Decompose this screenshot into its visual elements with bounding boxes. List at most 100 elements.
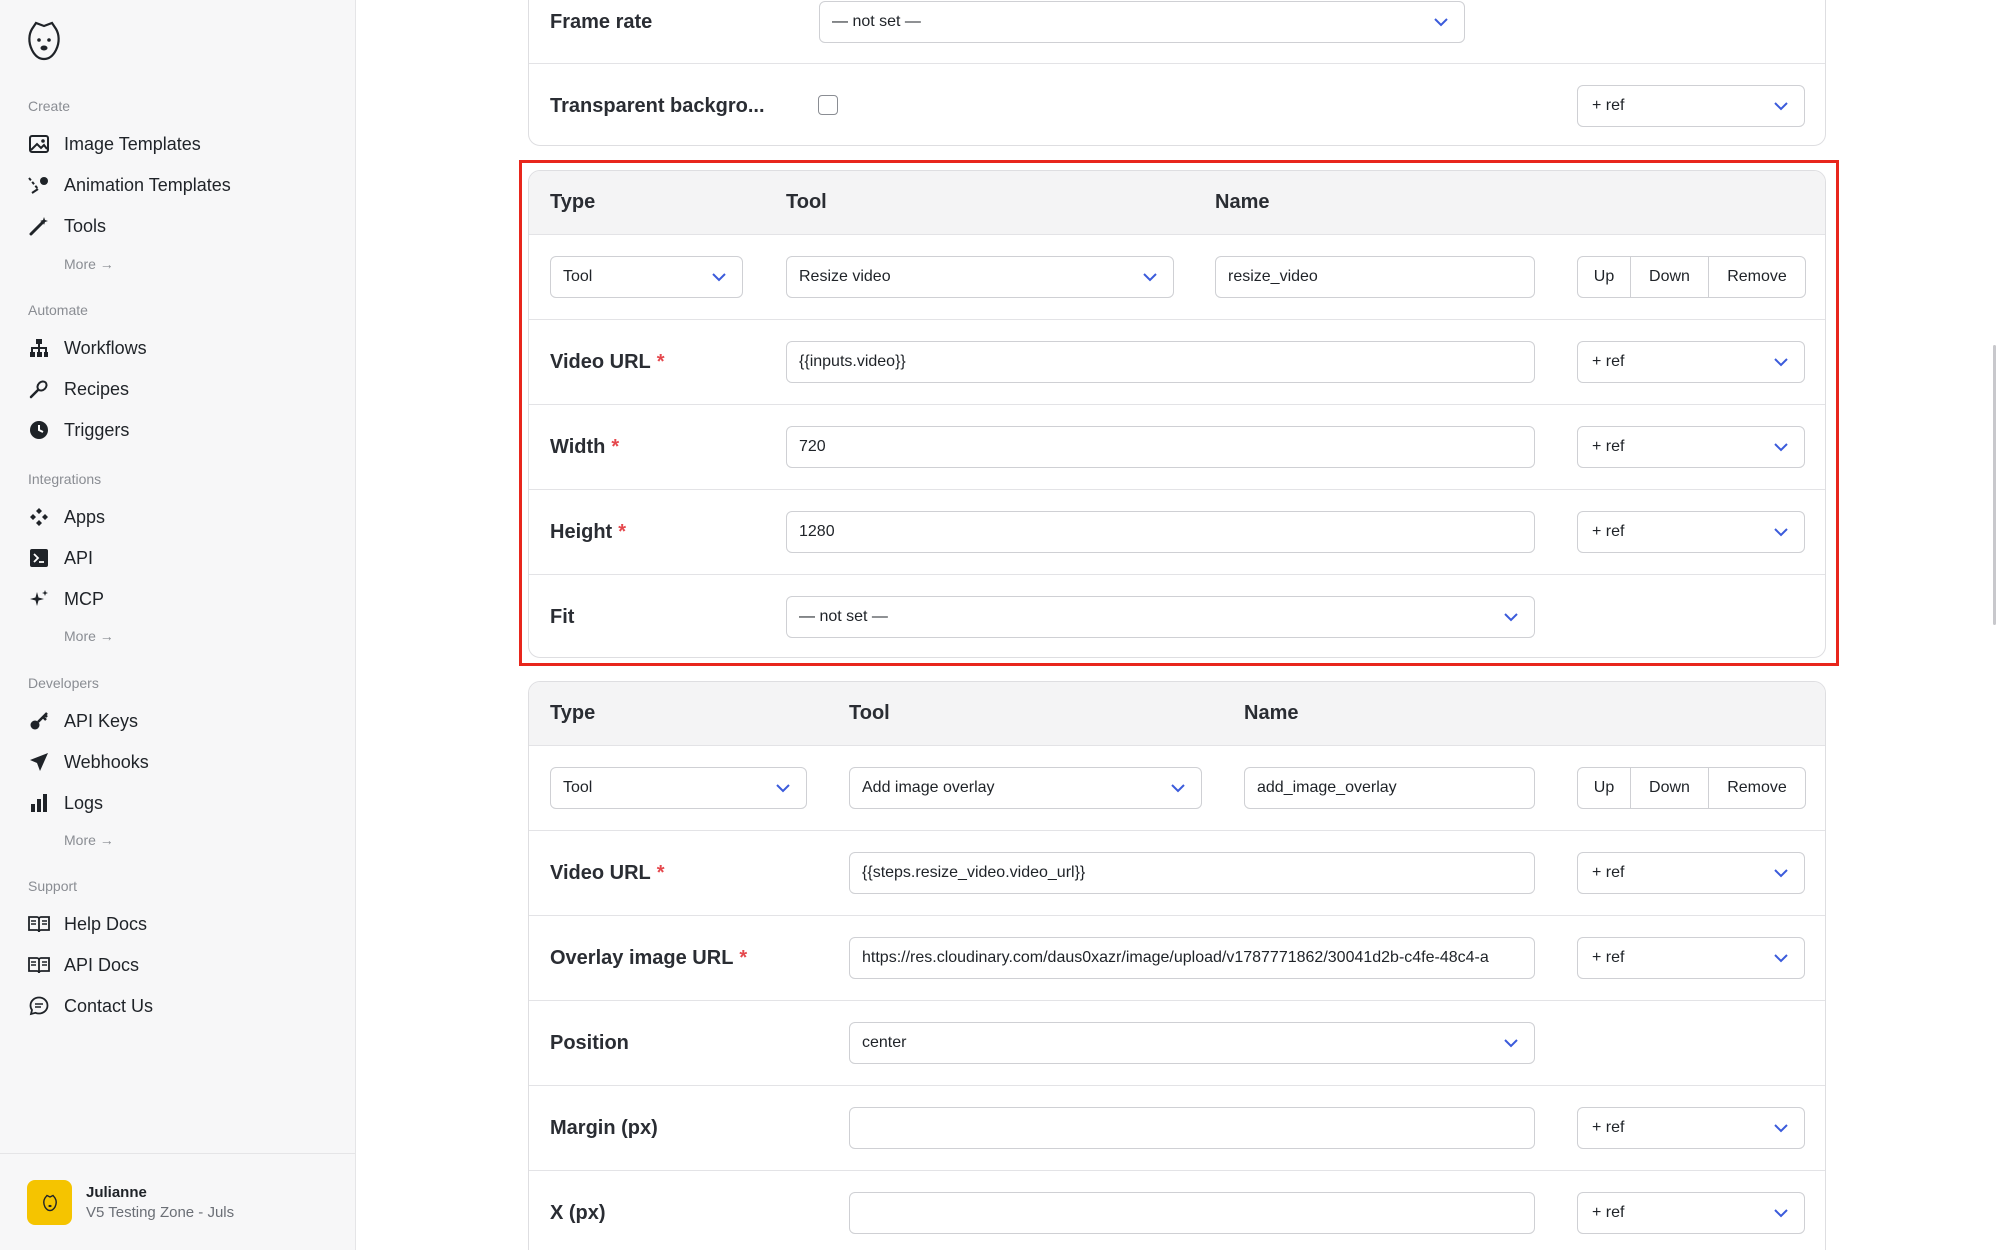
- avatar: [27, 1180, 72, 1225]
- more-link-integrations[interactable]: More →: [64, 628, 114, 644]
- section-automate: Automate: [28, 302, 88, 318]
- chevron-down-icon: [1774, 1209, 1788, 1218]
- more-link-create[interactable]: More →: [64, 256, 114, 272]
- position-label: Position: [550, 1032, 629, 1054]
- x-input[interactable]: [849, 1192, 1535, 1234]
- step-header: Type Tool Name: [529, 682, 1825, 745]
- transparent-background-checkbox[interactable]: [818, 95, 838, 115]
- step-actions: Up Down Remove: [1577, 767, 1806, 809]
- page-scrollbar[interactable]: [1993, 345, 1996, 625]
- overlay-image-url-row: Overlay image URL * https://res.cloudinar…: [529, 915, 1825, 1000]
- chevron-down-icon: [1774, 1124, 1788, 1133]
- transparent-background-label: Transparent backgro...: [550, 95, 765, 117]
- required-mark: *: [656, 862, 665, 884]
- overlay-image-url-input[interactable]: https://res.cloudinary.com/daus0xazr/ima…: [849, 937, 1535, 979]
- send-icon: [28, 751, 50, 773]
- label-text: Overlay image URL: [550, 947, 734, 969]
- nav-label: Image Templates: [64, 133, 201, 154]
- book-icon: [28, 954, 50, 976]
- key-icon: [28, 710, 50, 732]
- apps-diamond-icon: [28, 506, 50, 528]
- select-value: center: [862, 1034, 907, 1051]
- sidebar: Create Image Templates Animation Templat…: [0, 0, 356, 1250]
- type-header: Type: [550, 702, 596, 724]
- image-icon: [28, 133, 50, 155]
- nav-api-docs[interactable]: API Docs: [28, 949, 139, 981]
- nav-label: MCP: [64, 588, 104, 609]
- step-name-input[interactable]: add_image_overlay: [1244, 767, 1535, 809]
- ref-dropdown[interactable]: + ref: [1577, 852, 1805, 894]
- nav-label: Webhooks: [64, 751, 149, 772]
- nav-mcp[interactable]: MCP: [28, 583, 104, 615]
- nav-webhooks[interactable]: Webhooks: [28, 746, 149, 778]
- down-button[interactable]: Down: [1631, 768, 1709, 808]
- nav-contact-us[interactable]: Contact Us: [28, 990, 153, 1022]
- clock-icon: [28, 419, 50, 441]
- user-name: Julianne: [86, 1184, 147, 1201]
- section-create: Create: [28, 98, 71, 114]
- nav-label: API Docs: [64, 954, 140, 975]
- chevron-down-icon: [1434, 18, 1448, 27]
- chevron-down-icon: [1774, 954, 1788, 963]
- chevron-down-icon: [776, 784, 790, 793]
- ref-label: + ref: [1592, 1204, 1625, 1221]
- section-integrations: Integrations: [28, 471, 102, 487]
- select-value: Add image overlay: [862, 779, 995, 796]
- book-icon: [28, 913, 50, 935]
- ref-label: + ref: [1592, 949, 1625, 966]
- chevron-down-icon: [1774, 869, 1788, 878]
- nav-logs[interactable]: Logs: [28, 787, 103, 819]
- nav-api[interactable]: API: [28, 542, 93, 574]
- chevron-down-icon: [1774, 102, 1788, 111]
- user-account-bar[interactable]: Julianne V5 Testing Zone - Juls: [0, 1153, 355, 1250]
- nav-label: API: [64, 547, 94, 568]
- sparkles-icon: [28, 588, 50, 610]
- tool-select[interactable]: Add image overlay: [849, 767, 1202, 809]
- nav-label: API Keys: [64, 710, 139, 731]
- more-link-developers[interactable]: More →: [64, 832, 114, 848]
- settings-card: Frame rate — not set — Transparent backg…: [528, 0, 1826, 146]
- nav-triggers[interactable]: Triggers: [28, 414, 129, 446]
- nav-apps[interactable]: Apps: [28, 501, 105, 533]
- nav-label: Workflows: [64, 337, 147, 358]
- margin-row: Margin (px) + ref: [529, 1085, 1825, 1170]
- x-label: X (px): [550, 1202, 606, 1224]
- step-config-row: Tool Add image overlay add_image_overlay…: [529, 745, 1825, 830]
- nav-tools[interactable]: Tools: [28, 210, 106, 242]
- bear-logo-icon[interactable]: [26, 20, 62, 62]
- remove-button[interactable]: Remove: [1709, 768, 1805, 808]
- position-row: Position center: [529, 1000, 1825, 1085]
- ref-dropdown[interactable]: + ref: [1577, 85, 1805, 127]
- nav-label: Animation Templates: [64, 174, 231, 195]
- ref-dropdown[interactable]: + ref: [1577, 1192, 1805, 1234]
- terminal-icon: [28, 547, 50, 569]
- ref-label: + ref: [1592, 864, 1625, 881]
- nav-recipes[interactable]: Recipes: [28, 373, 129, 405]
- bear-logo-icon: [42, 1194, 57, 1211]
- nav-image-templates[interactable]: Image Templates: [28, 128, 201, 160]
- margin-input[interactable]: [849, 1107, 1535, 1149]
- x-row: X (px) + ref: [529, 1170, 1825, 1250]
- required-mark: *: [739, 947, 748, 969]
- transparent-row: Transparent backgro... + ref: [529, 63, 1825, 145]
- overlay-image-url-label: Overlay image URL *: [550, 947, 747, 970]
- select-value: — not set —: [832, 13, 921, 30]
- user-zone: V5 Testing Zone - Juls: [86, 1204, 235, 1221]
- up-button[interactable]: Up: [1578, 768, 1631, 808]
- magic-wand-icon: [28, 215, 50, 237]
- ref-label: + ref: [1592, 1119, 1625, 1136]
- nav-workflows[interactable]: Workflows: [28, 332, 147, 364]
- nav-api-keys[interactable]: API Keys: [28, 705, 138, 737]
- video-url-input[interactable]: {{steps.resize_video.video_url}}: [849, 852, 1535, 894]
- frame-rate-select[interactable]: — not set —: [819, 1, 1465, 43]
- ref-dropdown[interactable]: + ref: [1577, 937, 1805, 979]
- chat-bubble-icon: [28, 995, 50, 1017]
- position-select[interactable]: center: [849, 1022, 1535, 1064]
- type-select[interactable]: Tool: [550, 767, 807, 809]
- nav-animation-templates[interactable]: Animation Templates: [28, 169, 231, 201]
- ref-dropdown[interactable]: + ref: [1577, 1107, 1805, 1149]
- nav-label: Help Docs: [64, 913, 148, 934]
- video-url-row: Video URL * {{steps.resize_video.video_ur…: [529, 830, 1825, 915]
- nav-help-docs[interactable]: Help Docs: [28, 908, 147, 940]
- bar-chart-icon: [28, 792, 50, 814]
